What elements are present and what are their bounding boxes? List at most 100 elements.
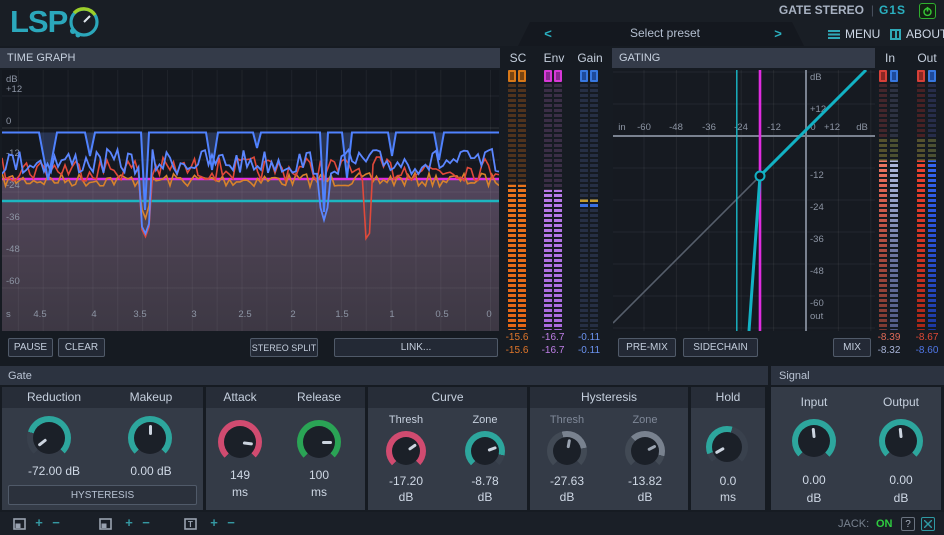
- gating-header: GATING: [612, 48, 875, 68]
- knob-pointer: [566, 438, 571, 449]
- curve-thresh-knob[interactable]: [386, 431, 426, 471]
- gating-canvas[interactable]: in -60 -48 -36 -24 -12 0 +12 dBdB+12-12-24-36-48…: [613, 70, 875, 331]
- knob-pointer: [898, 427, 903, 439]
- sc-meter-bar-right: [518, 84, 526, 330]
- svg-text:dB: dB: [810, 72, 822, 83]
- stereo-split-button[interactable]: STEREO SPLIT: [250, 338, 318, 357]
- power-button[interactable]: [919, 3, 936, 19]
- curve-thresh-value: -17.20: [388, 474, 424, 488]
- knob-pointer-rot: [698, 418, 755, 475]
- link-label: LINK...: [400, 342, 432, 353]
- window-scale-plus-button[interactable]: +: [123, 516, 135, 530]
- svg-text:2.5: 2.5: [238, 309, 251, 320]
- about-button[interactable]: ABOUT: [890, 25, 944, 43]
- curve-zone-knob[interactable]: [465, 431, 505, 471]
- window-scale-minus-button[interactable]: −: [140, 516, 152, 530]
- gain-right-led: [590, 70, 598, 82]
- time-graph-title: TIME GRAPH: [7, 52, 76, 64]
- window-mode-button[interactable]: [921, 517, 935, 531]
- link-button[interactable]: LINK...: [334, 338, 498, 357]
- knob-pointer: [148, 424, 152, 435]
- knob-pointer: [487, 445, 497, 452]
- hysteresis-zone-knob[interactable]: [625, 431, 665, 471]
- knob-pointer: [715, 447, 726, 455]
- menu-button[interactable]: MENU: [828, 25, 880, 43]
- in-meter-bar-right: [890, 84, 898, 330]
- help-button[interactable]: ?: [901, 517, 915, 531]
- svg-text:-48: -48: [669, 122, 683, 133]
- input-gain-knob[interactable]: [792, 419, 836, 463]
- svg-text:1.5: 1.5: [335, 309, 348, 320]
- svg-text:1: 1: [389, 309, 394, 320]
- svg-text:+12: +12: [6, 84, 22, 95]
- knob-pointer-rot: [378, 423, 434, 479]
- jack-status: ON: [876, 518, 893, 530]
- font-scale-icon[interactable]: T: [184, 518, 197, 530]
- makeup-knob[interactable]: [128, 416, 172, 460]
- out-meter-bar-right: [928, 84, 936, 330]
- svg-text:-12: -12: [810, 170, 824, 181]
- preset-select[interactable]: Select preset: [560, 26, 770, 44]
- hysteresis-toggle-button[interactable]: HYSTERESIS: [8, 485, 197, 505]
- release-label: Release: [296, 390, 342, 404]
- sidechain-button[interactable]: SIDECHAIN: [683, 338, 758, 357]
- signal-section-title: Signal: [779, 369, 810, 382]
- time-graph-canvas: dB+120-12-24-36-48-60s 4.5 4 3.5 3 2.5 2 1.5 1 0.…: [2, 70, 499, 331]
- knob-pointer: [242, 440, 254, 446]
- attack-value: 149: [229, 468, 251, 482]
- font-scale-plus-button[interactable]: +: [208, 516, 220, 530]
- window-scale-icon[interactable]: [99, 518, 112, 530]
- time-graph-header: TIME GRAPH: [0, 48, 500, 68]
- svg-text:-60: -60: [6, 276, 20, 287]
- sc-value-left: -15.6: [505, 332, 529, 343]
- makeup-value: 0.00 dB: [130, 464, 172, 478]
- sc-value-right: -15.6: [505, 345, 529, 356]
- knob-pointer-rot: [297, 420, 341, 464]
- knob-pointer: [811, 427, 816, 439]
- reduction-makeup-panel: Reduction Makeup -72.00 dB 0.00 dB HYSTE…: [2, 387, 203, 510]
- hold-panel: Hold 0.0 ms: [691, 387, 765, 510]
- hysteresis-zone-unit: dB: [637, 490, 653, 504]
- font-scale-minus-button[interactable]: −: [225, 516, 237, 530]
- hold-value: 0.0: [719, 474, 737, 488]
- output-value: 0.00: [889, 473, 913, 487]
- knob-pointer: [37, 438, 48, 448]
- env-value-right: -16.7: [541, 345, 565, 356]
- sc-left-led: [508, 70, 516, 82]
- in-meter-bar-left: [879, 84, 887, 330]
- gain-value-left: -0.11: [577, 332, 601, 343]
- clear-button[interactable]: CLEAR: [58, 338, 105, 357]
- out-left-led: [917, 70, 925, 82]
- window-mode-icon: [924, 520, 932, 528]
- knob-pointer: [407, 442, 417, 451]
- hysteresis-thresh-knob[interactable]: [547, 431, 587, 471]
- preset-prev-button[interactable]: <: [541, 25, 555, 43]
- in-left-led: [879, 70, 887, 82]
- svg-text:dB: dB: [856, 122, 868, 133]
- ui-scale-plus-button[interactable]: +: [33, 516, 45, 530]
- premix-button[interactable]: PRE-MIX: [618, 338, 676, 357]
- release-knob[interactable]: [297, 420, 341, 464]
- svg-text:-12: -12: [767, 122, 781, 133]
- hold-knob[interactable]: [706, 426, 748, 468]
- hold-unit: ms: [720, 490, 736, 504]
- gate-section-header: Gate: [0, 366, 768, 385]
- curve-zone-unit: dB: [477, 490, 493, 504]
- svg-text:-36: -36: [702, 122, 716, 133]
- knob-pointer-rot: [618, 424, 672, 478]
- ui-scale-minus-button[interactable]: −: [50, 516, 62, 530]
- curve-thresh-unit: dB: [398, 490, 414, 504]
- mix-button[interactable]: MIX: [833, 338, 871, 357]
- svg-text:2: 2: [290, 309, 295, 320]
- env-meter-bar-right: [554, 84, 562, 330]
- pause-button[interactable]: PAUSE: [8, 338, 53, 357]
- gate-knee-handle[interactable]: [754, 170, 766, 182]
- attack-knob[interactable]: [218, 420, 262, 464]
- preset-next-button[interactable]: >: [771, 25, 785, 43]
- output-gain-knob[interactable]: [879, 419, 923, 463]
- release-value: 100: [308, 468, 330, 482]
- svg-text:-24: -24: [810, 202, 824, 213]
- reduction-knob[interactable]: [27, 416, 71, 460]
- env-right-led: [554, 70, 562, 82]
- ui-scale-icon[interactable]: [13, 518, 26, 530]
